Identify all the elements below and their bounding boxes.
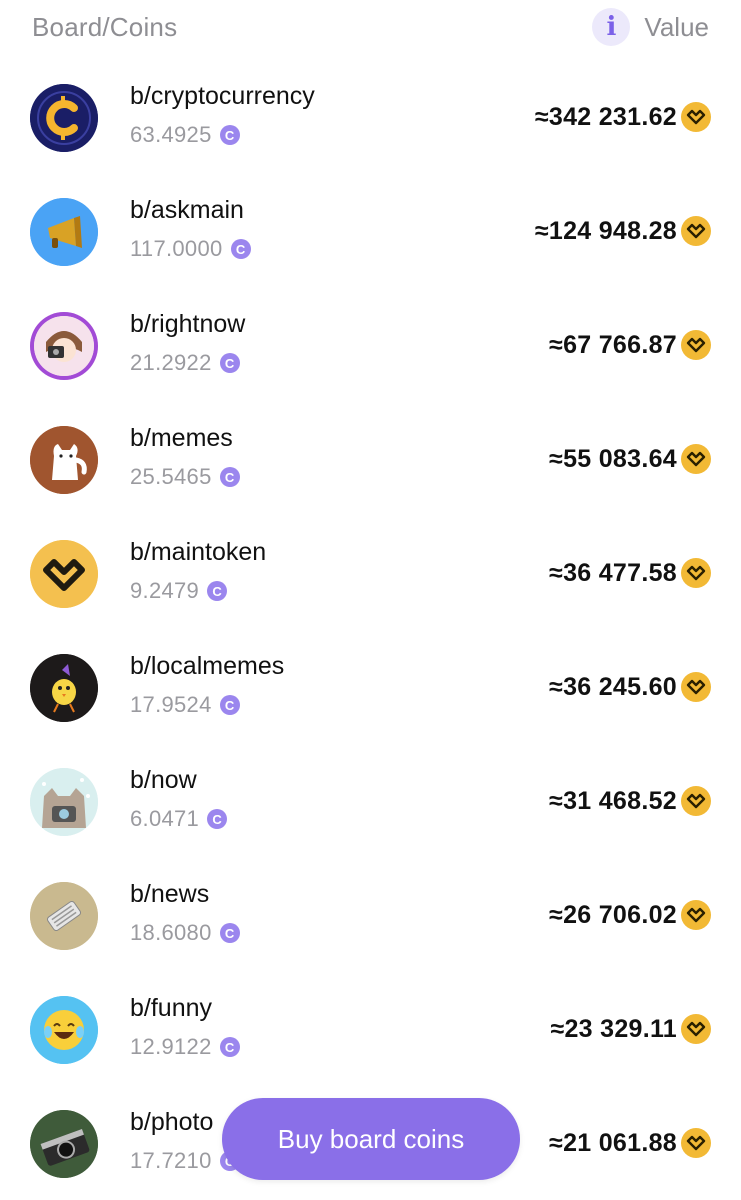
board-coin-icon: C — [219, 1037, 240, 1057]
maintoken-icon — [681, 1128, 711, 1158]
coin-amount: 117.0000 C — [130, 236, 251, 262]
coin-amount-value: 21.2922 — [130, 350, 212, 375]
coin-amount-value: 18.6080 — [130, 920, 212, 945]
board-row[interactable]: b/askmain 117.0000 C ≈124 948.28 — [0, 174, 741, 288]
board-row[interactable]: b/localmemes 17.9524 C ≈36 245.60 — [0, 630, 741, 744]
board-name: b/localmemes — [130, 652, 285, 680]
board-list: b/cryptocurrency 63.4925 C ≈342 231.62 b… — [0, 60, 741, 1200]
board-name: b/askmain — [130, 196, 244, 224]
cat-with-camera-icon — [30, 768, 98, 836]
board-value-text: ≈31 468.52 — [549, 786, 677, 815]
board-value-text: ≈124 948.28 — [534, 216, 677, 245]
camera-photo-icon — [30, 1110, 98, 1178]
coin-amount-value: 17.7210 — [130, 1148, 212, 1173]
cat-icon — [30, 426, 98, 494]
board-name: b/now — [130, 766, 197, 794]
coin-amount: 6.0471 C — [130, 806, 228, 832]
buy-board-coins-button[interactable]: Buy board coins — [222, 1098, 520, 1180]
board-value-text: ≈36 477.58 — [549, 558, 677, 587]
list-header: Board/Coins i Value — [0, 0, 741, 56]
coin-amount: 12.9122 C — [130, 1034, 240, 1060]
board-value-text: ≈55 083.64 — [549, 444, 677, 473]
coin-amount-value: 6.0471 — [130, 806, 200, 831]
board-value: ≈31 468.52 — [549, 786, 711, 816]
value-column-label: Value — [644, 11, 709, 42]
maintoken-icon — [681, 330, 711, 360]
board-name: b/news — [130, 880, 210, 908]
newspaper-icon — [30, 882, 98, 950]
board-value: ≈55 083.64 — [549, 444, 711, 474]
coin-amount: 18.6080 C — [130, 920, 240, 946]
board-coin-icon: C — [230, 239, 251, 259]
board-name: b/rightnow — [130, 310, 246, 338]
coin-amount: 17.9524 C — [130, 692, 240, 718]
board-coin-icon: C — [207, 581, 228, 601]
board-value-text: ≈342 231.62 — [534, 102, 677, 131]
maintoken-icon — [681, 444, 711, 474]
board-row[interactable]: b/rightnow 21.2922 C ≈67 766.87 — [0, 288, 741, 402]
board-coin-icon: C — [219, 125, 240, 145]
board-row[interactable]: b/memes 25.5465 C ≈55 083.64 — [0, 402, 741, 516]
coin-amount-value: 25.5465 — [130, 464, 212, 489]
board-coin-icon: C — [219, 695, 240, 715]
board-value-text: ≈36 245.60 — [549, 672, 677, 701]
coin-amount-value: 63.4925 — [130, 122, 212, 147]
board-value-text: ≈23 329.11 — [550, 1014, 677, 1043]
megaphone-icon — [30, 198, 98, 266]
coin-amount: 9.2479 C — [130, 578, 228, 604]
board-row[interactable]: b/maintoken 9.2479 C ≈36 477.58 — [0, 516, 741, 630]
board-row[interactable]: b/funny 12.9122 C ≈23 329.11 — [0, 972, 741, 1086]
board-value: ≈67 766.87 — [549, 330, 711, 360]
girl-with-camera-icon — [30, 312, 98, 380]
maintoken-icon — [681, 102, 711, 132]
value-header-group: i Value — [592, 8, 709, 46]
board-value-text: ≈26 706.02 — [549, 900, 677, 929]
board-name: b/cryptocurrency — [130, 82, 315, 110]
board-row[interactable]: b/cryptocurrency 63.4925 C ≈342 231.62 — [0, 60, 741, 174]
board-coins-column-label: Board/Coins — [32, 12, 178, 42]
board-value: ≈21 061.88 — [549, 1128, 711, 1158]
maintoken-icon — [681, 558, 711, 588]
info-icon[interactable]: i — [592, 8, 631, 46]
board-value-text: ≈21 061.88 — [549, 1128, 677, 1157]
coin-amount: 63.4925 C — [130, 122, 240, 148]
maintoken-icon — [681, 900, 711, 930]
board-name: b/maintoken — [130, 538, 267, 566]
board-coin-icon: C — [219, 923, 240, 943]
board-name: b/memes — [130, 424, 233, 452]
board-name: b/photo — [130, 1108, 214, 1136]
board-value: ≈36 245.60 — [549, 672, 711, 702]
board-value: ≈36 477.58 — [549, 558, 711, 588]
board-coin-icon: C — [207, 809, 228, 829]
maintoken-icon — [681, 1014, 711, 1044]
maintoken-icon — [681, 216, 711, 246]
board-row[interactable]: b/news 18.6080 C ≈26 706.02 — [0, 858, 741, 972]
board-coin-icon: C — [219, 467, 240, 487]
coin-amount: 25.5465 C — [130, 464, 240, 490]
board-value-text: ≈67 766.87 — [549, 330, 677, 359]
maintoken-icon — [681, 672, 711, 702]
board-coin-icon: C — [219, 353, 240, 373]
board-value: ≈342 231.62 — [535, 102, 711, 132]
board-value: ≈26 706.02 — [549, 900, 711, 930]
coin-amount-value: 12.9122 — [130, 1034, 212, 1059]
coin-amount: 21.2922 C — [130, 350, 240, 376]
maintoken-icon — [681, 786, 711, 816]
crypto-c-logo-icon — [30, 84, 98, 152]
board-value: ≈124 948.28 — [535, 216, 711, 246]
board-name: b/funny — [130, 994, 213, 1022]
board-row[interactable]: b/now 6.0471 C ≈31 468.52 — [0, 744, 741, 858]
coin-amount-value: 9.2479 — [130, 578, 200, 603]
coin-amount-value: 17.9524 — [130, 692, 212, 717]
coin-amount-value: 117.0000 — [130, 236, 223, 261]
laughing-emoji-icon — [30, 996, 98, 1064]
maintoken-logo-icon — [30, 540, 98, 608]
board-value: ≈23 329.11 — [550, 1014, 711, 1044]
chick-icon — [30, 654, 98, 722]
